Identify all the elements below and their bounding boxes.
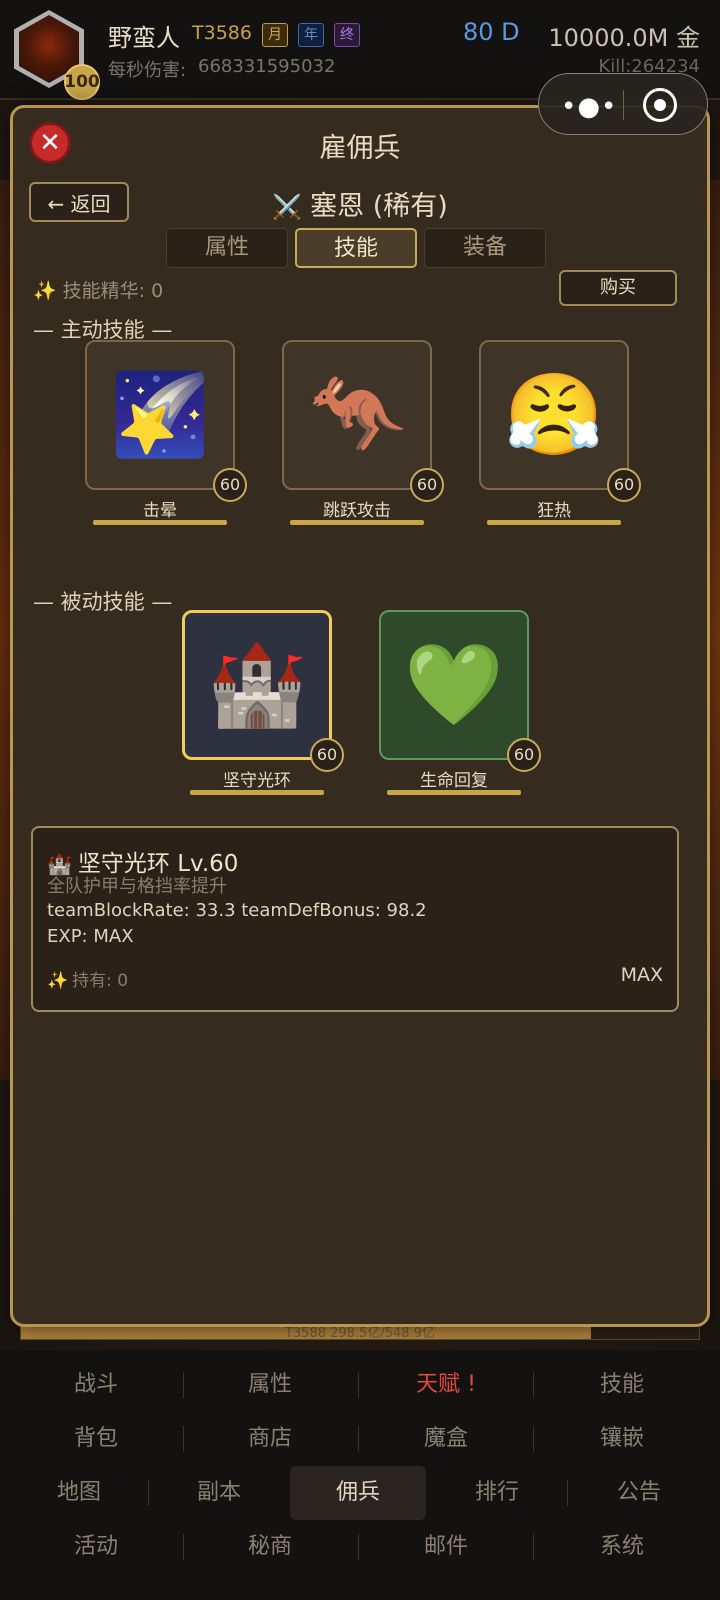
- skill-guard-aura[interactable]: 🏰 60 坚守光环: [182, 610, 344, 795]
- nav-divider: [358, 1426, 359, 1452]
- nav-divider: [533, 1426, 534, 1452]
- badge-year: 年: [298, 23, 324, 47]
- more-dots-icon[interactable]: •●•: [561, 92, 617, 122]
- castle-icon: 🏰: [182, 610, 332, 760]
- skill-description: 全队护甲与格挡率提升: [47, 876, 227, 897]
- player-level-badge: 100: [64, 64, 100, 100]
- shooting-star-icon: 🌠: [85, 340, 235, 490]
- dps-value: 668331595032: [198, 56, 336, 77]
- skill-stats: teamBlockRate: 33.3 teamDefBonus: 98.2: [47, 900, 427, 921]
- skill-life-regen[interactable]: 💚 60 生命回复: [379, 610, 541, 795]
- nav-row-2: 背包 商店 魔盒 镶嵌: [18, 1412, 702, 1466]
- nav-battle[interactable]: 战斗: [18, 1358, 174, 1412]
- nav-row-3: 地图 副本 佣兵 排行 公告: [18, 1466, 702, 1520]
- skill-hold-text: 持有: 0: [72, 971, 129, 991]
- skill-progress-bar: [290, 520, 424, 525]
- sparkles-icon: ✨: [33, 280, 57, 302]
- nav-backpack[interactable]: 背包: [18, 1412, 174, 1466]
- player-avatar[interactable]: 100: [14, 10, 100, 100]
- nav-shop[interactable]: 商店: [192, 1412, 348, 1466]
- miniprogram-capsule: •●•: [538, 73, 708, 135]
- skill-detail-panel: 🏰 坚守光环 Lv.60 全队护甲与格挡率提升 teamBlockRate: 33…: [31, 826, 679, 1012]
- skill-essence: ✨ 技能精华: 0: [33, 276, 163, 303]
- nav-skills[interactable]: 技能: [544, 1358, 700, 1412]
- nav-map[interactable]: 地图: [18, 1466, 140, 1520]
- buy-button[interactable]: 购买: [559, 270, 677, 306]
- skill-essence-text: 技能精华: 0: [62, 280, 164, 302]
- player-name: 野蛮人: [108, 24, 180, 52]
- mercenary-name-text: 塞恩 (稀有): [310, 191, 448, 222]
- nav-magic-box[interactable]: 魔盒: [368, 1412, 524, 1466]
- tab-skills[interactable]: 技能: [295, 228, 417, 268]
- tab-attributes[interactable]: 属性: [166, 228, 288, 268]
- dps-label: 每秒伤害:: [108, 60, 187, 81]
- skill-name: 生命回复: [420, 771, 488, 791]
- skill-progress-bar: [190, 790, 324, 795]
- nav-attributes[interactable]: 属性: [192, 1358, 348, 1412]
- green-heart-icon: 💚: [379, 610, 529, 760]
- mercenary-tabs: 属性 技能 装备: [166, 228, 546, 268]
- skill-name: 击晕: [143, 501, 177, 521]
- skill-hold: ✨ 持有: 0: [47, 966, 128, 991]
- nav-divider: [533, 1534, 534, 1560]
- sparkles-icon: ✨: [47, 971, 69, 991]
- nav-divider: [533, 1372, 534, 1398]
- max-level-button[interactable]: MAX: [621, 964, 663, 986]
- nav-dungeon[interactable]: 副本: [158, 1466, 280, 1520]
- nav-divider: [148, 1480, 149, 1506]
- mercenary-modal: ✕ 雇佣兵 ← 返回 ⚔️ 塞恩 (稀有) 属性 技能 装备 ✨ 技能精华: 0 购…: [10, 105, 710, 1327]
- nav-divider: [183, 1426, 184, 1452]
- kangaroo-icon: 🦘: [282, 340, 432, 490]
- nav-divider: [183, 1372, 184, 1398]
- mercenary-name: ⚔️ 塞恩 (稀有): [13, 184, 707, 223]
- skill-progress-bar: [93, 520, 227, 525]
- skill-jump-attack[interactable]: 🦘 60 跳跃攻击: [282, 340, 444, 525]
- skill-exp: EXP: MAX: [47, 926, 134, 947]
- currency-d: 80 D: [463, 18, 520, 46]
- nav-row-1: 战斗 属性 天赋 ! 技能: [18, 1358, 702, 1412]
- player-tier: T3586: [192, 22, 252, 44]
- nav-divider: [183, 1534, 184, 1560]
- skill-progress-bar: [487, 520, 621, 525]
- nav-events[interactable]: 活动: [18, 1520, 174, 1574]
- nav-talent[interactable]: 天赋 !: [368, 1358, 524, 1412]
- target-icon[interactable]: [643, 88, 677, 122]
- nav-divider: [358, 1372, 359, 1398]
- skill-name: 狂热: [537, 501, 571, 521]
- currency-gold: 10000.0M 金: [548, 24, 700, 52]
- passive-skills-title: — 被动技能 —: [33, 590, 173, 614]
- nav-mail[interactable]: 邮件: [368, 1520, 524, 1574]
- angry-face-icon: 😤: [479, 340, 629, 490]
- nav-announcement[interactable]: 公告: [576, 1466, 702, 1520]
- nav-secret-shop[interactable]: 秘商: [192, 1520, 348, 1574]
- nav-inlay[interactable]: 镶嵌: [544, 1412, 700, 1466]
- nav-row-4: 活动 秘商 邮件 系统: [18, 1520, 702, 1574]
- badge-month: 月: [262, 23, 288, 47]
- crossed-swords-icon: ⚔️: [272, 193, 303, 221]
- skill-name: 坚守光环: [223, 771, 291, 791]
- skill-stun[interactable]: 🌠 60 击晕: [85, 340, 247, 525]
- badge-final: 终: [334, 23, 360, 47]
- skill-frenzy[interactable]: 😤 60 狂热: [479, 340, 641, 525]
- nav-divider: [567, 1480, 568, 1506]
- bottom-nav: 战斗 属性 天赋 ! 技能 背包 商店 魔盒 镶嵌 地图 副本 佣兵 排行 公告…: [0, 1350, 720, 1600]
- nav-mercenary[interactable]: 佣兵: [290, 1466, 426, 1520]
- nav-divider: [358, 1534, 359, 1560]
- capsule-divider: [623, 90, 624, 120]
- tab-equipment[interactable]: 装备: [424, 228, 546, 268]
- skill-progress-bar: [387, 790, 521, 795]
- nav-ranking[interactable]: 排行: [436, 1466, 558, 1520]
- skill-name: 跳跃攻击: [323, 501, 391, 521]
- nav-system[interactable]: 系统: [544, 1520, 700, 1574]
